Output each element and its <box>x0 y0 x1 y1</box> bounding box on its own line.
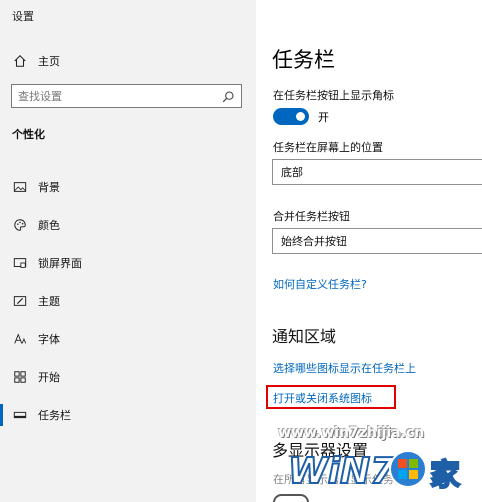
home-label: 主页 <box>38 55 60 68</box>
notification-area-heading: 通知区域 <box>272 327 337 346</box>
badge-toggle-row: 开 <box>273 108 329 125</box>
app-title: 设置 <box>12 10 34 23</box>
sidebar-item-label: 任务栏 <box>38 409 71 422</box>
selection-indicator <box>0 404 3 426</box>
sidebar-item-fonts[interactable]: 字体 <box>0 320 256 358</box>
start-grid-icon <box>12 369 28 385</box>
toggle-knob <box>296 112 305 121</box>
combine-dropdown[interactable]: 始终合并按钮 <box>272 228 482 254</box>
palette-icon <box>12 217 28 233</box>
font-icon <box>12 331 28 347</box>
sidebar-item-label: 背景 <box>38 181 60 194</box>
position-dropdown[interactable]: 底部 <box>272 159 482 185</box>
sidebar-item-label: 开始 <box>38 371 60 384</box>
select-icons-link[interactable]: 选择哪些图标显示在任务栏上 <box>273 360 416 376</box>
sidebar-item-lock-screen[interactable]: 锁屏界面 <box>0 244 256 282</box>
watermark-logo: WiN7 家 <box>287 443 468 502</box>
position-label: 任务栏在屏幕上的位置 <box>273 141 383 154</box>
theme-brush-icon <box>12 293 28 309</box>
watermark-url: www.win7zhijia.cn <box>278 425 425 442</box>
personalization-nav: 背景 颜色 锁屏界面 主题 字体 开始 任务栏 <box>0 168 256 434</box>
home-nav-item[interactable]: 主页 <box>12 51 60 71</box>
home-icon <box>12 53 28 69</box>
lock-screen-icon <box>12 255 28 271</box>
badge-setting-label: 在任务栏按钮上显示角标 <box>273 89 394 102</box>
sidebar-item-start[interactable]: 开始 <box>0 358 256 396</box>
section-title: 个性化 <box>12 128 45 141</box>
settings-sidebar: 设置 主页 个性化 背景 颜色 锁屏界面 <box>0 0 256 502</box>
search-input[interactable] <box>18 89 218 103</box>
customize-taskbar-link[interactable]: 如何自定义任务栏? <box>273 276 367 292</box>
sidebar-item-label: 颜色 <box>38 219 60 232</box>
taskbar-icon <box>12 407 28 423</box>
watermark-logo-text: WiN7 <box>288 451 395 492</box>
sidebar-item-themes[interactable]: 主题 <box>0 282 256 320</box>
system-icons-link[interactable]: 打开或关闭系统图标 <box>273 390 372 406</box>
sidebar-item-background[interactable]: 背景 <box>0 168 256 206</box>
sidebar-item-colors[interactable]: 颜色 <box>0 206 256 244</box>
sidebar-item-label: 主题 <box>38 295 60 308</box>
search-box[interactable] <box>11 84 242 108</box>
watermark-logo-suffix: 家 <box>430 458 460 493</box>
image-icon <box>12 179 28 195</box>
combine-label: 合并任务栏按钮 <box>273 210 350 223</box>
sidebar-item-taskbar[interactable]: 任务栏 <box>0 396 256 434</box>
page-title: 任务栏 <box>272 48 335 72</box>
sidebar-item-label: 字体 <box>38 333 60 346</box>
search-icon[interactable] <box>220 89 236 105</box>
watermark: www.win7zhijia.cn WiN7 家 <box>278 425 482 502</box>
badge-toggle[interactable] <box>273 108 309 125</box>
sidebar-item-label: 锁屏界面 <box>38 257 82 270</box>
toggle-state-label: 开 <box>318 110 329 124</box>
